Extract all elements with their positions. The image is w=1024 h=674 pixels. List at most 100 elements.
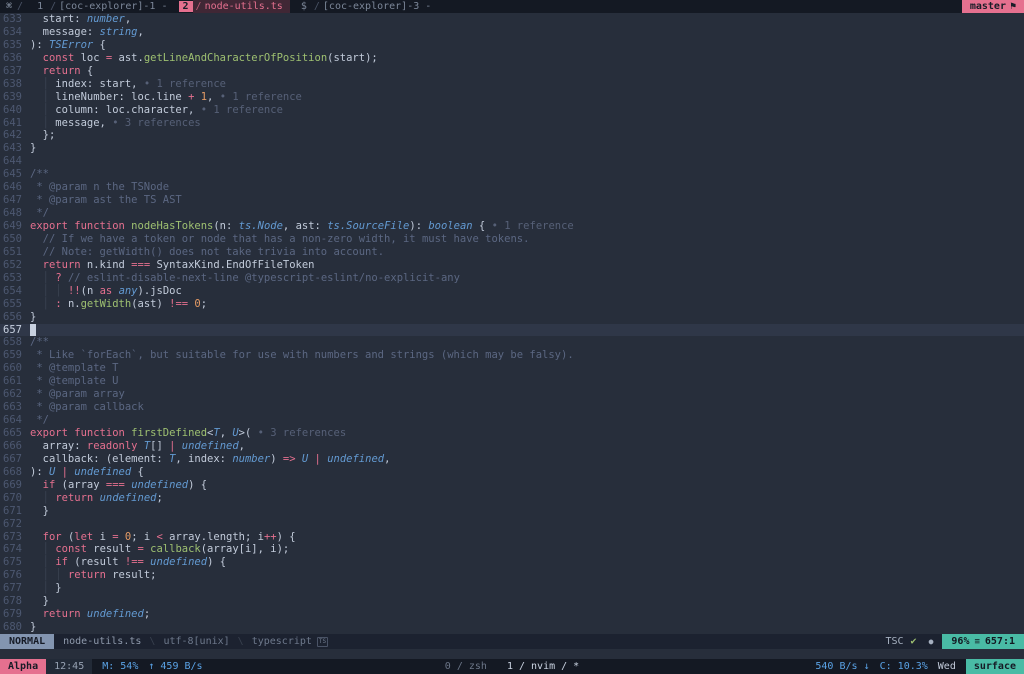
line-number: 656 [3, 310, 22, 323]
window-index: $ [300, 1, 307, 12]
code-text: const loc = ast.getLineAndCharacterOfPos… [42, 51, 378, 64]
line-number: 637 [3, 64, 22, 77]
statusline-filename: node-utils.ts [63, 636, 142, 647]
vim-cmdline[interactable] [0, 649, 1024, 659]
code-line-673[interactable]: 673 for (let i = 0; i < array.length; i+… [0, 531, 1024, 544]
code-text: * @param array [30, 388, 125, 401]
tmux-window-1[interactable]: 1 /[coc-explorer]-1 - [33, 0, 171, 13]
code-line-641[interactable]: 641 │ message, • 3 references [0, 117, 1024, 130]
download-value: 540 B/s [815, 661, 858, 672]
code-text: } [30, 310, 37, 323]
code-text: * @template T [30, 362, 119, 375]
line-number: 674 [3, 543, 22, 556]
code-line-649[interactable]: 649 export function nodeHasTokens(n: ts.N… [0, 220, 1024, 233]
code-line-645[interactable]: 645 /** [0, 168, 1024, 181]
code-line-659[interactable]: 659 * Like `forEach`, but suitable for u… [0, 349, 1024, 362]
line-number: 664 [3, 414, 22, 427]
up-arrow-icon: ↑ [148, 661, 155, 672]
session-name-badge[interactable]: Alpha [0, 659, 47, 674]
line-number: 663 [3, 401, 22, 414]
code-line-657[interactable]: 657 [0, 323, 1024, 337]
tmux-window-$[interactable]: $ / [coc-explorer]-3 - [297, 0, 435, 13]
git-branch-badge[interactable]: master ⚑ [961, 0, 1024, 13]
code-line-644[interactable]: 644 [0, 155, 1024, 168]
code-line-638[interactable]: 638 │ index: start, • 1 reference [0, 78, 1024, 91]
code-line-652[interactable]: 652 return n.kind === SyntaxKind.EndOfFi… [0, 259, 1024, 272]
code-line-680[interactable]: 680} [0, 621, 1024, 634]
code-text: * Like `forEach`, but suitable for use w… [30, 349, 574, 362]
tmux-bottom-window-1[interactable]: 1 / nvim / * [507, 661, 579, 672]
code-line-643[interactable]: 643} [0, 142, 1024, 155]
code-text: /** [30, 168, 49, 181]
code-line-666[interactable]: 666 array: readonly T[] | undefined, [0, 440, 1024, 453]
code-line-658[interactable]: 658 /** [0, 336, 1024, 349]
code-line-672[interactable]: 672 [0, 518, 1024, 531]
code-line-676[interactable]: 676 │ │ return result; [0, 569, 1024, 582]
editor-area: 633 start: number, 634 message: string, 63… [0, 13, 1024, 634]
code-line-678[interactable]: 678 } [0, 595, 1024, 608]
line-number: 676 [3, 569, 22, 582]
window-index: 1 [37, 1, 44, 12]
line-number: 668 [3, 465, 22, 478]
statusline-encoding: utf-8[unix] [163, 636, 230, 647]
line-number: 636 [3, 51, 22, 64]
code-line-665[interactable]: 665 export function firstDefined<T, U>( •… [0, 427, 1024, 440]
code-line-668[interactable]: 668): U | undefined { [0, 466, 1024, 479]
code-line-679[interactable]: 679 return undefined; [0, 608, 1024, 621]
code-text: return n.kind === SyntaxKind.EndOfFileTo… [42, 258, 315, 271]
code-line-671[interactable]: 671 } [0, 505, 1024, 518]
line-number: 651 [3, 245, 22, 258]
code-line-639[interactable]: 639 │ lineNumber: loc.line + 1, • 1 refe… [0, 91, 1024, 104]
code-line-634[interactable]: 634 message: string, [0, 26, 1024, 39]
code-text: │ return undefined; [42, 491, 163, 504]
code-line-661[interactable]: 661 * @template U [0, 375, 1024, 388]
download-rate: 540 B/s ↓ [815, 661, 869, 672]
code-line-637[interactable]: 637 return { [0, 65, 1024, 78]
code-line-660[interactable]: 660 * @template T [0, 362, 1024, 375]
code-line-640[interactable]: 640 │ column: loc.character, • 1 referen… [0, 104, 1024, 117]
code-line-650[interactable]: 650 // If we have a token or node that h… [0, 233, 1024, 246]
code-line-667[interactable]: 667 callback: (element: T, index: number… [0, 453, 1024, 466]
code-line-677[interactable]: 677 │ } [0, 582, 1024, 595]
code-line-675[interactable]: 675 │ if (result !== undefined) { [0, 556, 1024, 569]
line-number: 635 [3, 38, 22, 51]
code-line-669[interactable]: 669 if (array === undefined) { [0, 479, 1024, 492]
code-text [30, 323, 37, 337]
code-line-654[interactable]: 654 │ │ !!(n as any).jsDoc [0, 285, 1024, 298]
tmux-bottom-window-0[interactable]: 0 / zsh [445, 661, 487, 672]
code-line-662[interactable]: 662 * @param array [0, 388, 1024, 401]
code-line-651[interactable]: 651 // Note: getWidth() does not take tr… [0, 246, 1024, 259]
code-text: * @param callback [30, 401, 144, 414]
separator: / [50, 1, 57, 12]
typescript-icon: TS [316, 636, 329, 647]
statusline-separator: \ [237, 636, 244, 647]
code-line-655[interactable]: 655 │ : n.getWidth(ast) !== 0; [0, 298, 1024, 311]
code-line-636[interactable]: 636 const loc = ast.getLineAndCharacterO… [0, 52, 1024, 65]
code-line-656[interactable]: 656} [0, 311, 1024, 324]
line-number: 652 [3, 258, 22, 271]
code-line-663[interactable]: 663 * @param callback [0, 401, 1024, 414]
line-number: 665 [3, 427, 22, 439]
line-number: 638 [3, 77, 22, 90]
code-line-648[interactable]: 648 */ [0, 207, 1024, 220]
branch-name: master [969, 1, 1006, 12]
code-line-674[interactable]: 674 │ const result = callback(array[i], … [0, 543, 1024, 556]
code-text: │ if (result !== undefined) { [42, 556, 227, 569]
code-line-633[interactable]: 633 start: number, [0, 13, 1024, 26]
code-line-642[interactable]: 642 }; [0, 129, 1024, 142]
code-line-664[interactable]: 664 */ [0, 414, 1024, 427]
line-number: 677 [3, 582, 22, 595]
code-text: │ index: start, • 1 reference [42, 77, 227, 90]
weekday: Wed [937, 661, 956, 672]
code-line-646[interactable]: 646 * @param n the TSNode [0, 181, 1024, 194]
line-number: 644 [3, 155, 22, 168]
line-number: 650 [3, 232, 22, 245]
line-number: 646 [3, 181, 22, 194]
tmux-window-2[interactable]: 2/node-utils.ts [178, 0, 290, 13]
code-line-653[interactable]: 653 │ ? // eslint-disable-next-line @typ… [0, 272, 1024, 285]
code-line-670[interactable]: 670 │ return undefined; [0, 492, 1024, 505]
code-line-635[interactable]: 635): TSError { [0, 39, 1024, 52]
line-number: 643 [3, 142, 22, 155]
code-line-647[interactable]: 647 * @param ast the TS AST [0, 194, 1024, 207]
upload-value: 459 B/s [160, 661, 203, 672]
